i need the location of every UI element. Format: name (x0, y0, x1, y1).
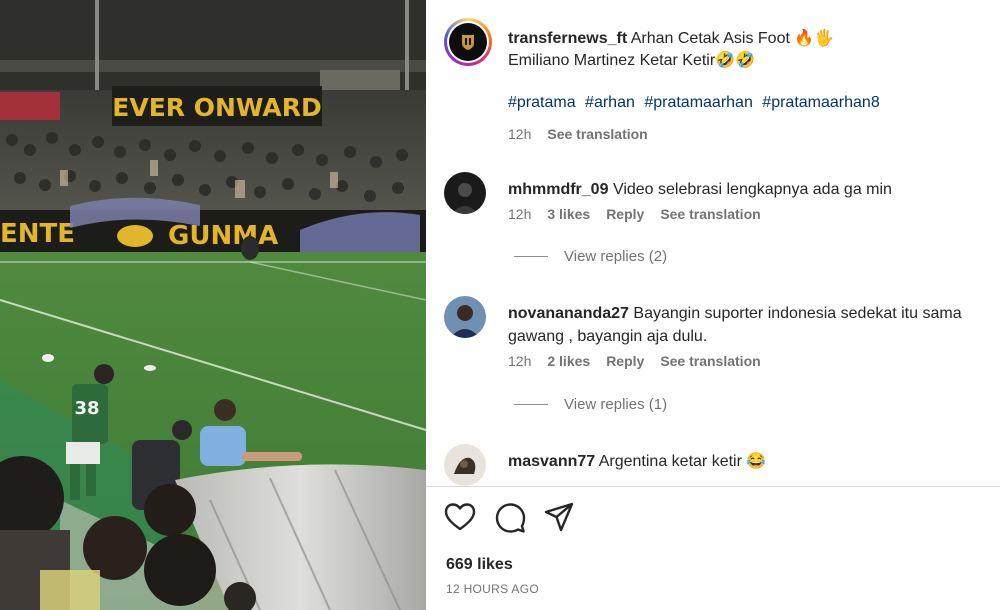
see-translation-button[interactable]: See translation (547, 126, 647, 142)
hashtag-list: #pratama #arhan #pratamaarhan #pratamaar… (508, 94, 885, 112)
caption-line1: Arhan Cetak Asis Foot 🔥🖐 (630, 30, 835, 47)
comment-icon[interactable] (494, 502, 526, 534)
comment-meta: 12h 2 likes Reply See translation (508, 353, 761, 369)
likes-count[interactable]: 669 likes (446, 556, 513, 574)
caption-time: 12h (508, 126, 532, 142)
commenter-username[interactable]: masvann77 (508, 453, 595, 470)
comment-text: Argentina ketar ketir 😂 (598, 453, 767, 470)
reply-button[interactable]: Reply (606, 353, 644, 369)
comment-time: 12h (508, 353, 532, 369)
caption-line2: Emiliano Martinez Ketar Ketir🤣🤣 (508, 52, 756, 69)
banner-top-text: EVER ONWARD (112, 93, 321, 122)
comment-likes-count[interactable]: 3 likes (547, 206, 590, 222)
see-translation-button[interactable]: See translation (660, 206, 760, 222)
replies-divider-line (514, 256, 548, 257)
actions-divider (426, 486, 1000, 487)
stadium-scene: EVER ONWARD ENTE GUNMA 38 (0, 0, 426, 610)
view-replies-button[interactable]: View replies (1) (514, 396, 667, 413)
author-username[interactable]: transfernews_ft (508, 30, 627, 47)
view-replies-label: View replies (2) (564, 248, 668, 265)
comment-time: 12h (508, 206, 532, 222)
view-replies-button[interactable]: View replies (2) (514, 248, 667, 265)
view-replies-label: View replies (1) (564, 396, 668, 413)
post-timestamp: 12 HOURS AGO (446, 582, 539, 596)
commenter-avatar[interactable] (444, 444, 486, 486)
player-number: 38 (74, 398, 99, 419)
author-avatar[interactable] (444, 18, 492, 66)
post-media-video[interactable]: EVER ONWARD ENTE GUNMA 38 (0, 0, 426, 610)
hashtag-link[interactable]: #arhan (585, 94, 635, 111)
banner-bottom-left-text: ENTE (0, 219, 75, 249)
comment-meta: 12h 3 likes Reply See translation (508, 206, 761, 222)
comments-list[interactable]: mhmmdfr_09 Video selebrasi lengkapnya ad… (426, 158, 1000, 486)
hashtag-link[interactable]: #pratamaarhan (644, 94, 753, 111)
heart-icon[interactable] (444, 502, 476, 532)
post-actions (444, 502, 574, 534)
replies-divider-line (514, 404, 548, 405)
banner-bottom-text: GUNMA (168, 221, 278, 251)
avatar-image-icon (444, 444, 486, 486)
commenter-username[interactable]: novanananda27 (508, 305, 629, 322)
brand-logo-icon (462, 35, 474, 50)
hashtag-link[interactable]: #pratamaarhan8 (762, 94, 879, 111)
share-icon[interactable] (544, 502, 574, 532)
caption-meta: 12h See translation (508, 126, 648, 142)
see-translation-button[interactable]: See translation (660, 353, 760, 369)
reply-button[interactable]: Reply (606, 206, 644, 222)
commenter-avatar[interactable] (444, 296, 486, 338)
avatar-image-icon (444, 296, 486, 338)
hashtag-link[interactable]: #pratama (508, 94, 576, 111)
post-panel: transfernews_ft Arhan Cetak Asis Foot 🔥🖐… (426, 0, 1000, 610)
commenter-avatar[interactable] (444, 172, 486, 214)
comment-likes-count[interactable]: 2 likes (547, 353, 590, 369)
avatar-image-icon (444, 172, 486, 214)
comment-text: Video selebrasi lengkapnya ada ga min (612, 181, 892, 198)
commenter-username[interactable]: mhmmdfr_09 (508, 181, 608, 198)
